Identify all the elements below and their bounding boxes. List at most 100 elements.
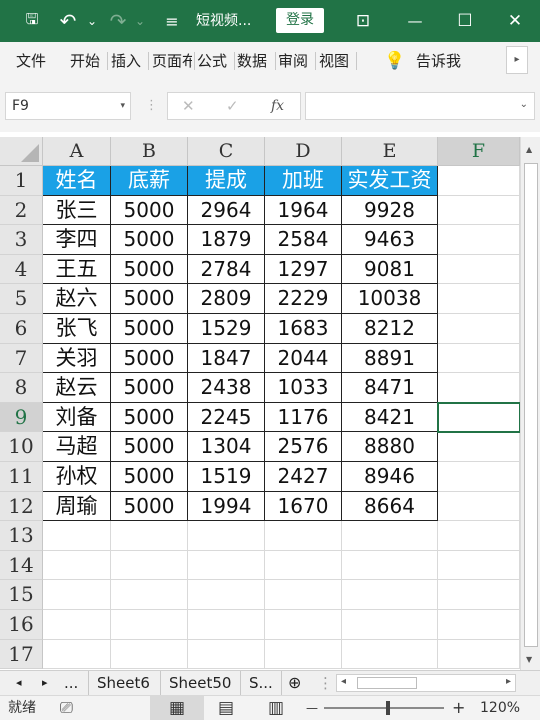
undo-dropdown-icon[interactable]: ⌄ [86, 0, 98, 42]
scroll-up-icon[interactable]: ▲ [526, 145, 532, 154]
normal-view-icon[interactable]: ▦ [150, 696, 204, 720]
row-header-10[interactable]: 10 [0, 432, 43, 462]
tab-file[interactable]: 文件 [16, 42, 52, 80]
cell-e9[interactable]: 8421 [342, 402, 438, 433]
cell-f7[interactable] [438, 343, 520, 374]
cell-f3[interactable] [438, 225, 520, 255]
customize-toolbar-icon[interactable]: ≡ [160, 0, 184, 42]
tab-formulas[interactable]: 公式 [197, 42, 231, 80]
cell-b7[interactable]: 5000 [111, 343, 188, 374]
cell-c15[interactable] [188, 580, 265, 610]
cell-b16[interactable] [111, 610, 188, 640]
scroll-left-icon[interactable]: ◂ [341, 676, 346, 687]
zoom-slider-thumb[interactable] [386, 701, 390, 715]
cell-c9[interactable]: 2245 [188, 402, 265, 433]
horizontal-scroll-thumb[interactable] [357, 677, 417, 689]
row-header-17[interactable]: 17 [0, 639, 43, 670]
select-all-corner[interactable] [0, 137, 43, 166]
row-header-5[interactable]: 5 [0, 284, 43, 314]
row-header-1[interactable]: 1 [0, 166, 43, 196]
cell-a7[interactable]: 关羽 [43, 343, 111, 374]
cell-d9[interactable]: 1176 [265, 402, 342, 433]
cell-a14[interactable] [43, 550, 111, 581]
formula-input[interactable]: ⌄ [305, 92, 535, 120]
scroll-down-icon[interactable]: ▼ [526, 655, 532, 664]
vertical-scroll-thumb[interactable] [524, 163, 538, 647]
cell-b3[interactable]: 5000 [111, 225, 188, 255]
cell-a9[interactable]: 刘备 [43, 402, 111, 433]
cell-d13[interactable] [265, 521, 342, 551]
formula-bar-grip-icon[interactable]: ⋮ [145, 92, 158, 120]
column-header-a[interactable]: A [43, 137, 111, 166]
cell-b8[interactable]: 5000 [111, 373, 188, 403]
cell-a12[interactable]: 周瑜 [43, 491, 111, 522]
cell-e8[interactable]: 8471 [342, 373, 438, 403]
cell-d8[interactable]: 1033 [265, 373, 342, 403]
expand-formula-bar-icon[interactable]: ⌄ [520, 99, 528, 110]
redo-dropdown-icon[interactable]: ⌄ [134, 0, 146, 42]
cell-e12[interactable]: 8664 [342, 491, 438, 522]
undo-icon[interactable]: ↶ [58, 0, 78, 42]
row-header-7[interactable]: 7 [0, 343, 43, 374]
cell-f12[interactable] [438, 491, 520, 522]
cell-a4[interactable]: 王五 [43, 254, 111, 285]
cell-a13[interactable] [43, 521, 111, 551]
name-box[interactable]: F9 ▾ [5, 92, 131, 120]
cell-a3[interactable]: 李四 [43, 225, 111, 255]
scroll-right-icon[interactable]: ▸ [506, 676, 511, 687]
cell-b12[interactable]: 5000 [111, 491, 188, 522]
cell-a10[interactable]: 马超 [43, 432, 111, 462]
cell-f8[interactable] [438, 373, 520, 403]
cell-b10[interactable]: 5000 [111, 432, 188, 462]
cell-e17[interactable] [342, 639, 438, 670]
cell-b15[interactable] [111, 580, 188, 610]
cell-d2[interactable]: 1964 [265, 195, 342, 226]
row-header-4[interactable]: 4 [0, 254, 43, 285]
sheet-tab-sheet50[interactable]: Sheet50 [160, 671, 240, 695]
ribbon-display-icon[interactable]: ⊡ [348, 0, 378, 42]
save-icon[interactable]: 🖫 [18, 0, 46, 42]
cell-e10[interactable]: 8880 [342, 432, 438, 462]
cell-f2[interactable] [438, 195, 520, 226]
cell-c5[interactable]: 2809 [188, 284, 265, 314]
cell-d15[interactable] [265, 580, 342, 610]
cell-e1[interactable]: 实发工资 [342, 166, 438, 196]
cell-c8[interactable]: 2438 [188, 373, 265, 403]
cell-b1[interactable]: 底薪 [111, 166, 188, 196]
cell-c7[interactable]: 1847 [188, 343, 265, 374]
row-header-13[interactable]: 13 [0, 521, 43, 551]
cell-b5[interactable]: 5000 [111, 284, 188, 314]
cell-c4[interactable]: 2784 [188, 254, 265, 285]
sheet-tab-sheet6[interactable]: Sheet6 [88, 671, 160, 695]
column-header-e[interactable]: E [342, 137, 438, 166]
column-header-b[interactable]: B [111, 137, 188, 166]
cell-e15[interactable] [342, 580, 438, 610]
vertical-scrollbar[interactable]: ▲ ▼ [520, 137, 540, 670]
cell-d4[interactable]: 1297 [265, 254, 342, 285]
cell-f11[interactable] [438, 462, 520, 492]
prev-sheet-icon[interactable]: ◂ [16, 671, 30, 695]
row-header-14[interactable]: 14 [0, 550, 43, 581]
cell-c11[interactable]: 1519 [188, 462, 265, 492]
redo-icon[interactable]: ↷ [108, 0, 128, 42]
add-sheet-icon[interactable]: ⊕ [288, 671, 306, 695]
cell-f1[interactable] [438, 166, 520, 196]
tab-insert[interactable]: 插入 [111, 42, 145, 80]
row-header-2[interactable]: 2 [0, 195, 43, 226]
lightbulb-icon[interactable]: 💡 [384, 42, 404, 80]
cell-d10[interactable]: 2576 [265, 432, 342, 462]
cell-f16[interactable] [438, 610, 520, 640]
spreadsheet-grid[interactable]: ABCDEF 1 2 3 4 5 6 7 8 9 10 11 12 13 14 15 16 17 姓名 底薪 提成加… [0, 137, 540, 670]
zoom-level[interactable]: 120% [480, 696, 520, 720]
cell-e7[interactable]: 8891 [342, 343, 438, 374]
cell-b4[interactable]: 5000 [111, 254, 188, 285]
page-layout-view-icon[interactable]: ▤ [218, 696, 238, 720]
cell-b13[interactable] [111, 521, 188, 551]
row-header-15[interactable]: 15 [0, 580, 43, 610]
horizontal-scrollbar[interactable]: ◂ ▸ [336, 674, 516, 692]
next-sheet-icon[interactable]: ▸ [42, 671, 56, 695]
more-sheets-left[interactable]: ... [64, 671, 86, 695]
zoom-slider[interactable] [324, 707, 444, 709]
cell-e2[interactable]: 9928 [342, 195, 438, 226]
cell-f9[interactable] [438, 402, 520, 433]
